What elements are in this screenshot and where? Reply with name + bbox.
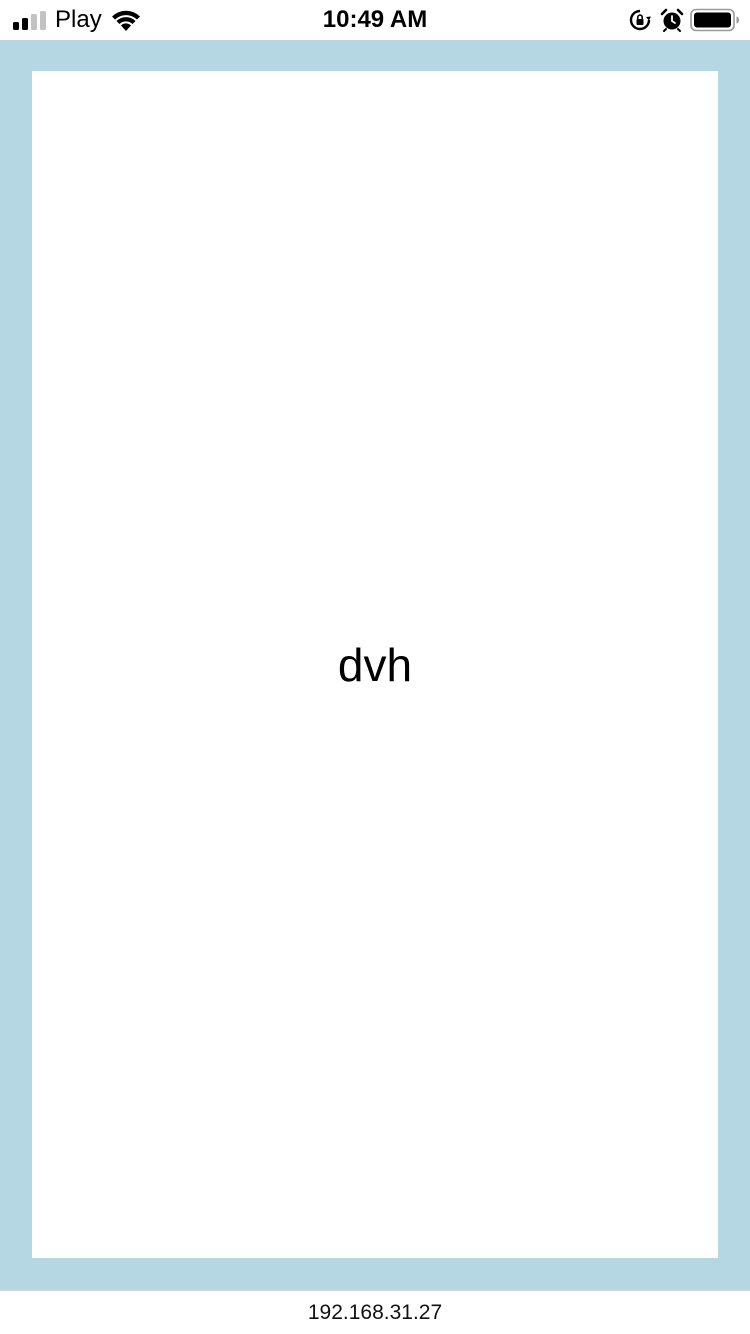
battery-icon [690, 8, 739, 32]
url-text[interactable]: 192.168.31.27 [0, 1301, 750, 1325]
status-bar: Play 10:49 AM [0, 0, 750, 40]
unit-label: dvh [337, 638, 413, 691]
alarm-icon [660, 8, 684, 32]
address-bar[interactable]: 192.168.31.27 [0, 1290, 750, 1334]
rotation-lock-icon [629, 9, 651, 31]
viewport-background: dvh [0, 40, 750, 1290]
dvh-box: dvh [32, 71, 718, 1258]
